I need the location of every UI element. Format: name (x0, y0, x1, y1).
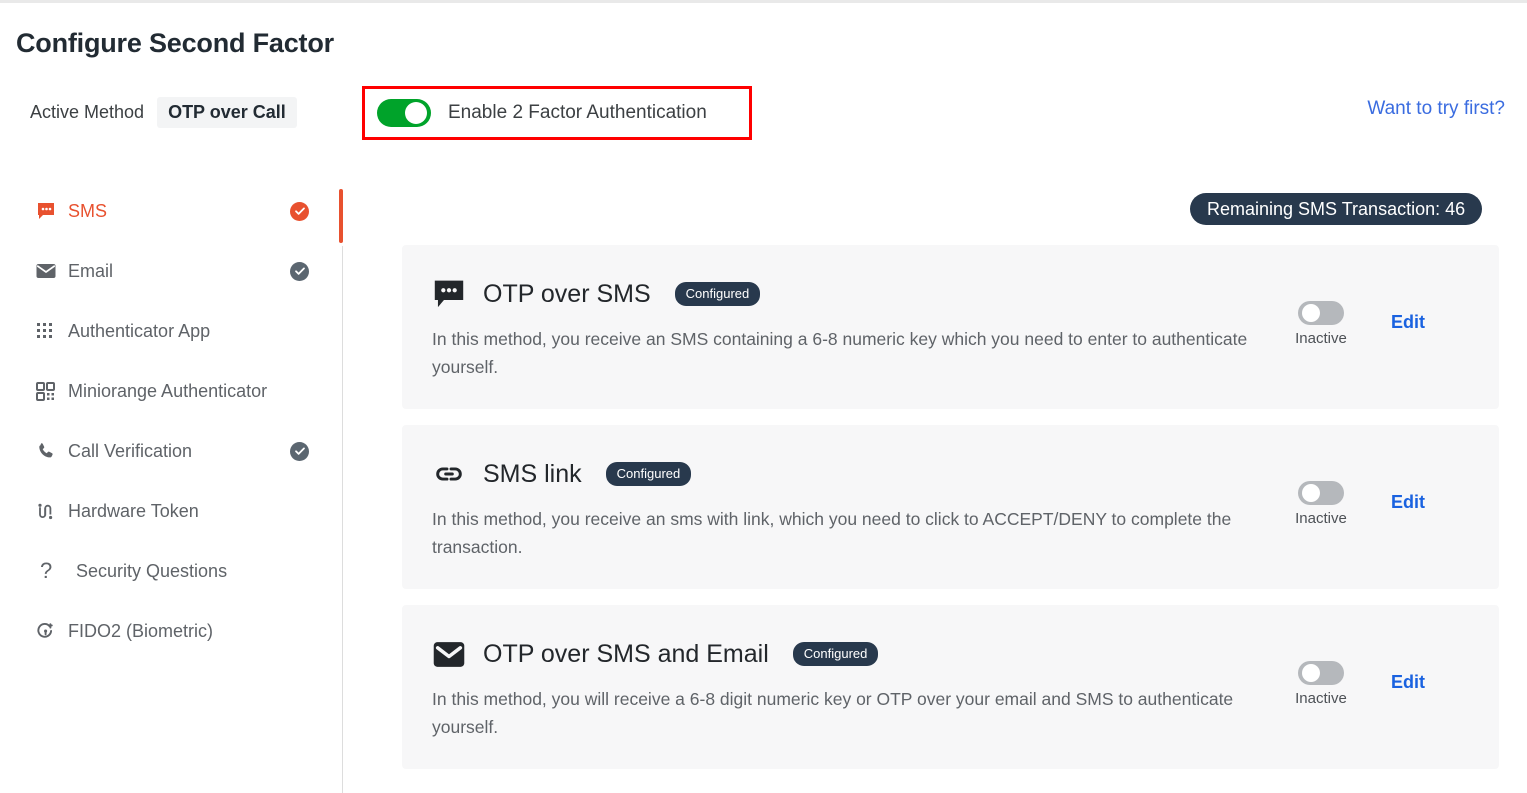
want-to-try-first-link[interactable]: Want to try first? (1367, 98, 1505, 120)
sidebar-item-fido2-biometric[interactable]: FIDO2 (Biometric) (0, 601, 342, 661)
card-controls: Inactive Edit (1269, 481, 1499, 527)
sidebar-item-email[interactable]: Email (0, 241, 342, 301)
configured-check-icon (290, 261, 309, 281)
sidebar-item-label: FIDO2 (Biometric) (68, 620, 214, 641)
hardware-token-icon (36, 502, 62, 521)
method-cards-list: OTP over SMS Configured In this method, … (402, 245, 1499, 785)
method-toggle[interactable] (1298, 661, 1344, 685)
sidebar-item-label: Hardware Token (68, 500, 199, 521)
envelope-icon (36, 263, 62, 279)
method-toggle-wrap: Inactive (1269, 481, 1373, 527)
active-method-value: OTP over Call (157, 97, 297, 128)
card-controls: Inactive Edit (1269, 661, 1499, 707)
sidebar-item-authenticator-app[interactable]: Authenticator App (0, 301, 342, 361)
sidebar-item-sms[interactable]: SMS (0, 181, 342, 241)
configured-check-icon (290, 441, 309, 461)
status-badge: Configured (674, 282, 761, 306)
sidebar-item-label: Email (68, 260, 114, 281)
fingerprint-key-icon (36, 622, 62, 641)
toggle-state-label: Inactive (1295, 690, 1347, 707)
status-badge: Configured (605, 462, 692, 486)
enable-2fa-label: Enable 2 Factor Authentication (448, 102, 707, 123)
method-card-sms-link: SMS link Configured In this method, you … (402, 425, 1499, 589)
enable-2fa-highlight-box: Enable 2 Factor Authentication (362, 86, 752, 140)
sidebar-item-security-questions[interactable]: ? Security Questions (0, 541, 342, 601)
toggle-knob (1302, 304, 1320, 322)
method-card-otp-over-sms-and-email: OTP over SMS and Email Configured In thi… (402, 605, 1499, 769)
configured-check-icon (290, 201, 309, 221)
toggle-state-label: Inactive (1295, 330, 1347, 347)
method-toggle-wrap: Inactive (1269, 301, 1373, 347)
sidebar-item-label: Security Questions (76, 560, 228, 581)
card-description: In this method, you will receive a 6-8 d… (432, 689, 1234, 737)
sidebar-item-label: Call Verification (68, 440, 193, 461)
toggle-knob (405, 102, 427, 124)
sms-chat-icon (36, 201, 62, 221)
card-title: OTP over SMS and Email (483, 639, 769, 668)
active-method-indicator-bar (339, 189, 343, 243)
qr-code-icon (36, 381, 62, 401)
sidebar-divider (342, 246, 343, 793)
toggle-state-label: Inactive (1295, 510, 1347, 527)
question-mark-icon: ? (40, 558, 53, 583)
card-controls: Inactive Edit (1269, 301, 1499, 347)
toggle-knob (1302, 484, 1320, 502)
sidebar-item-label: SMS (68, 200, 108, 221)
link-chain-icon (432, 457, 466, 491)
sidebar-item-call-verification[interactable]: Call Verification (0, 421, 342, 481)
sidebar-item-hardware-token[interactable]: Hardware Token (0, 481, 342, 541)
edit-link[interactable]: Edit (1391, 492, 1425, 513)
grid-dots-icon (36, 322, 62, 340)
configure-second-factor-page: Configure Second Factor Active Method OT… (0, 0, 1527, 793)
method-sidebar: SMS Email Authenticator App Miniorange A… (0, 181, 342, 793)
remaining-sms-transaction-badge: Remaining SMS Transaction: 46 (1190, 193, 1483, 225)
method-toggle-wrap: Inactive (1269, 661, 1373, 707)
edit-link[interactable]: Edit (1391, 672, 1425, 693)
active-method-row: Active Method OTP over Call (30, 97, 297, 128)
status-badge: Configured (792, 642, 879, 666)
card-description: In this method, you receive an SMS conta… (432, 329, 1248, 377)
page-title: Configure Second Factor (16, 28, 334, 58)
method-toggle[interactable] (1298, 481, 1344, 505)
sidebar-item-miniorange-authenticator[interactable]: Miniorange Authenticator (0, 361, 342, 421)
sidebar-item-label: Miniorange Authenticator (68, 380, 268, 401)
phone-icon (36, 442, 62, 461)
edit-link[interactable]: Edit (1391, 312, 1425, 333)
enable-2fa-toggle[interactable] (377, 99, 431, 127)
card-title: SMS link (483, 459, 582, 488)
sidebar-item-label: Authenticator App (68, 320, 211, 341)
active-method-label: Active Method (30, 102, 145, 122)
method-toggle[interactable] (1298, 301, 1344, 325)
envelope-icon (432, 637, 466, 671)
card-title: OTP over SMS (483, 279, 651, 308)
sms-chat-icon (432, 277, 466, 311)
card-description: In this method, you receive an sms with … (432, 509, 1232, 557)
method-card-otp-over-sms: OTP over SMS Configured In this method, … (402, 245, 1499, 409)
toggle-knob (1302, 664, 1320, 682)
